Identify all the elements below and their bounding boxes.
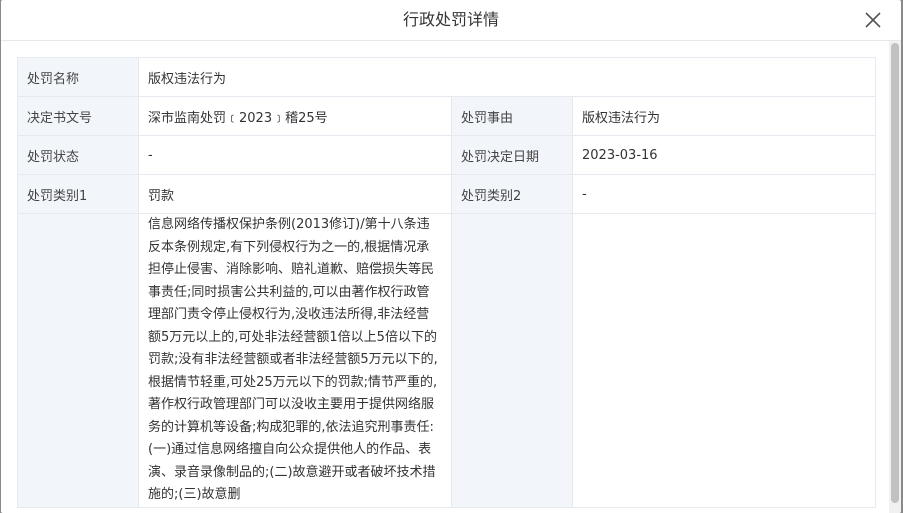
penalty-category1-value: 罚款 — [138, 174, 452, 214]
legal-basis-label — [17, 213, 139, 508]
penalty-category2-label: 处罚类别2 — [451, 174, 573, 214]
close-icon — [865, 12, 881, 28]
detail-table: 处罚名称 版权违法行为 决定书文号 深市监南处罚﹝2023﹞稽25号 处罚事由 … — [17, 57, 877, 508]
penalty-name-label: 处罚名称 — [17, 57, 139, 97]
decision-number-label: 决定书文号 — [17, 96, 139, 136]
penalty-status-value: - — [138, 135, 452, 175]
penalty-category1-label: 处罚类别1 — [17, 174, 139, 214]
penalty-name-value: 版权违法行为 — [137, 57, 877, 97]
modal-header: 行政处罚详情 — [1, 0, 901, 41]
vertical-scrollbar[interactable] — [889, 41, 901, 513]
penalty-detail-modal: 行政处罚详情 处罚名称 版权违法行为 决定书文号 深市监南处罚﹝2023﹞稽25… — [1, 0, 901, 513]
penalty-status-label: 处罚状态 — [17, 135, 139, 175]
penalty-reason-label: 处罚事由 — [451, 96, 573, 136]
table-row: 信息网络传播权保护条例(2013修订)/第十八条违反本条例规定,有下列侵权行为之… — [17, 213, 877, 508]
table-row: 处罚类别1 罚款 处罚类别2 - — [17, 174, 877, 214]
extra-label — [451, 213, 573, 508]
penalty-reason-value: 版权违法行为 — [571, 96, 877, 136]
modal-body[interactable]: 处罚名称 版权违法行为 决定书文号 深市监南处罚﹝2023﹞稽25号 处罚事由 … — [1, 41, 889, 513]
table-row: 处罚状态 - 处罚决定日期 2023-03-16 — [17, 135, 877, 175]
table-row: 处罚名称 版权违法行为 — [17, 57, 877, 97]
table-row: 决定书文号 深市监南处罚﹝2023﹞稽25号 处罚事由 版权违法行为 — [17, 96, 877, 136]
legal-basis-value: 信息网络传播权保护条例(2013修订)/第十八条违反本条例规定,有下列侵权行为之… — [138, 213, 452, 508]
close-button[interactable] — [863, 10, 883, 30]
modal-title: 行政处罚详情 — [402, 10, 499, 29]
decision-number-value: 深市监南处罚﹝2023﹞稽25号 — [138, 96, 452, 136]
decision-date-label: 处罚决定日期 — [451, 135, 573, 175]
decision-date-value: 2023-03-16 — [571, 135, 877, 175]
extra-value — [571, 213, 877, 508]
penalty-category2-value: - — [571, 174, 877, 214]
scrollbar-thumb[interactable] — [891, 43, 899, 503]
